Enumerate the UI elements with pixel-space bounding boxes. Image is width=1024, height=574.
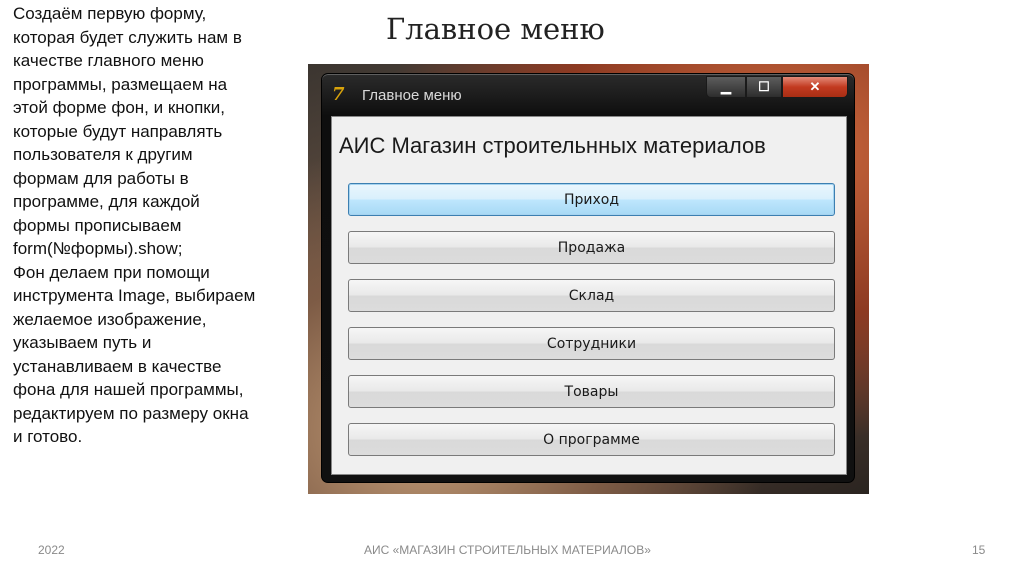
footer-year: 2022: [38, 543, 65, 557]
prodazha-button[interactable]: Продажа: [348, 231, 835, 264]
delphi-7-icon: 7: [332, 84, 345, 105]
footer-page-number: 15: [972, 543, 986, 557]
sklad-button[interactable]: Склад: [348, 279, 835, 312]
window-title: Главное меню: [362, 87, 462, 104]
minimize-button[interactable]: ▁: [706, 76, 746, 98]
prihod-button[interactable]: Приход: [348, 183, 835, 216]
minimize-icon: ▁: [721, 79, 731, 94]
app-heading: АИС Магазин строительнных материалов: [339, 133, 766, 158]
maximize-button[interactable]: ☐: [746, 76, 782, 98]
footer-center: АИС «МАГАЗИН СТРОИТЕЛЬНЫХ МАТЕРИАЛОВ»: [364, 543, 651, 557]
close-icon: ✕: [809, 79, 821, 94]
maximize-icon: ☐: [758, 79, 770, 94]
window-client-area: АИС Магазин строительнных материалов При…: [331, 116, 847, 475]
tovary-button[interactable]: Товары: [348, 375, 835, 408]
main-menu-window: 7 Главное меню ▁ ☐ ✕ АИС Магазин строите…: [322, 74, 854, 482]
window-controls: ▁ ☐ ✕: [706, 76, 848, 98]
sotrudniki-button[interactable]: Сотрудники: [348, 327, 835, 360]
screenshot-background: 7 Главное меню ▁ ☐ ✕ АИС Магазин строите…: [308, 64, 869, 494]
about-button[interactable]: О программе: [348, 423, 835, 456]
window-titlebar[interactable]: 7 Главное меню ▁ ☐ ✕: [322, 74, 854, 114]
slide-title: Главное меню: [386, 12, 605, 46]
slide-description: Создаём первую форму, которая будет служ…: [13, 4, 256, 446]
close-button[interactable]: ✕: [782, 76, 848, 98]
